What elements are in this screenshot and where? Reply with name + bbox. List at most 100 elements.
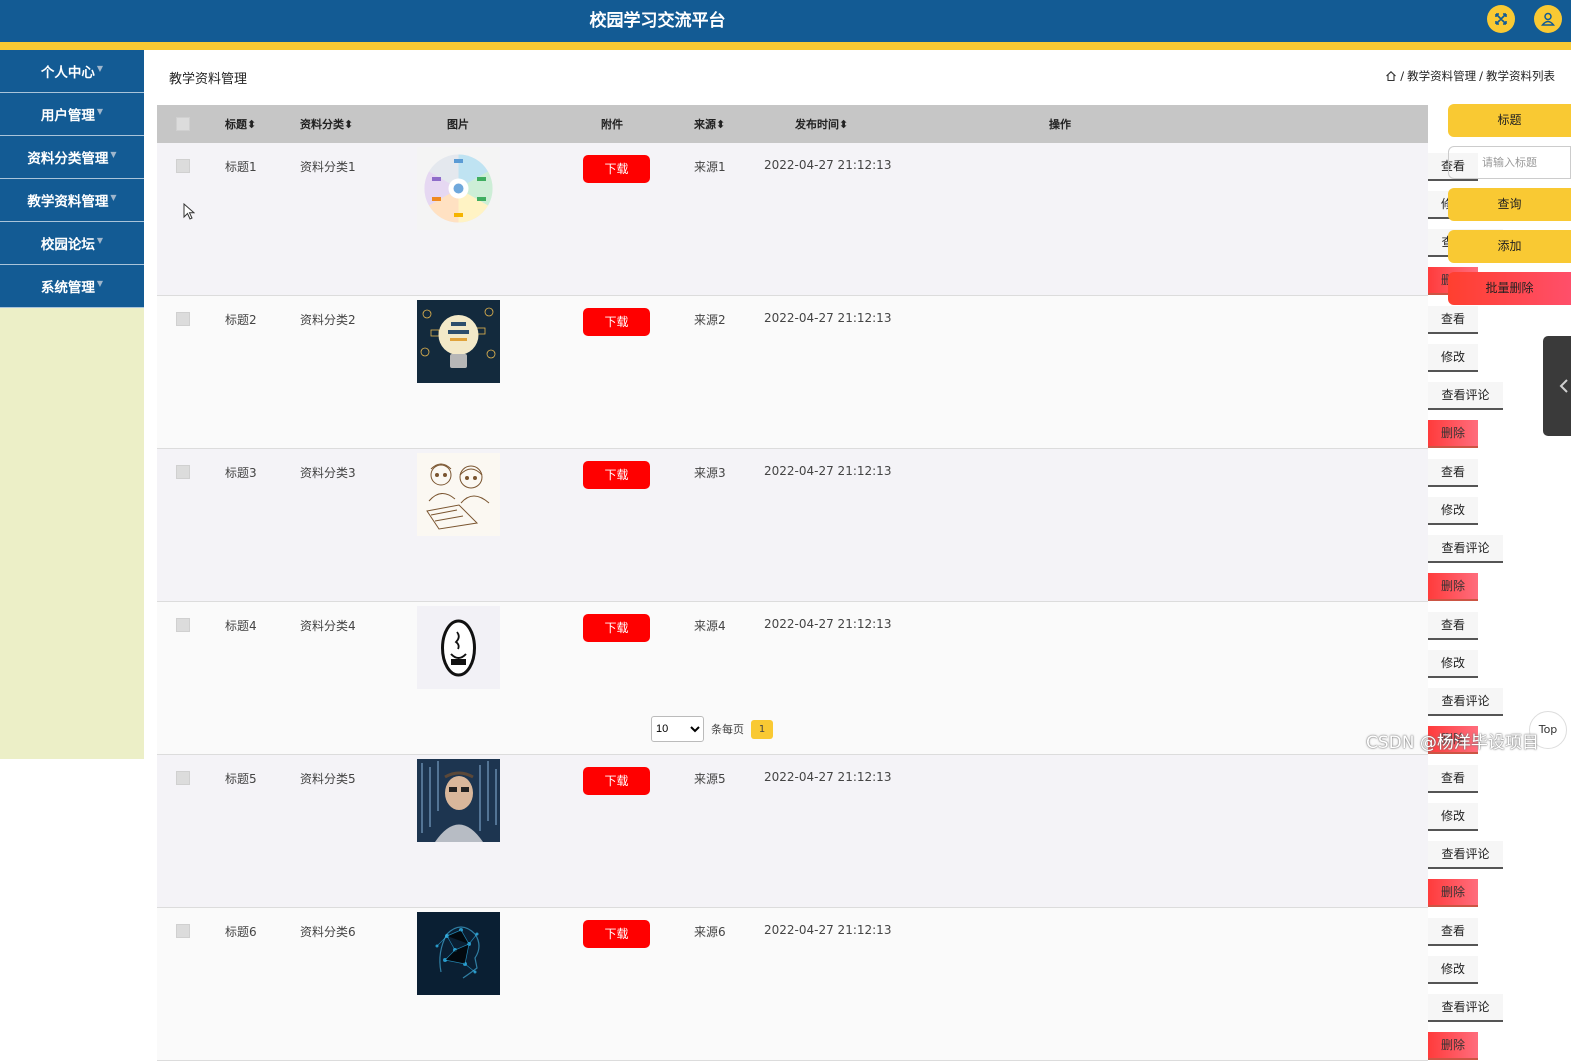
cell-title: 标题2 <box>225 313 257 327</box>
view-comments-button[interactable]: 查看评论 <box>1428 994 1503 1022</box>
download-button[interactable]: 下载 <box>583 767 650 795</box>
cell-category: 资料分类3 <box>300 466 356 480</box>
download-button[interactable]: 下载 <box>583 920 650 948</box>
chevron-down-icon: ▼ <box>96 106 104 116</box>
page-title: 教学资料管理 <box>169 72 248 87</box>
delete-button[interactable]: 删除 <box>1428 573 1478 601</box>
sidebar: 个人中心 ▼ 用户管理 ▼ 资料分类管理 ▼ 教学资料管理 ▼ 校园论坛 ▼ 系统管理 ▼ <box>0 50 144 759</box>
view-button[interactable]: 查看 <box>1428 918 1478 946</box>
row-checkbox[interactable] <box>176 312 190 326</box>
sort-icon[interactable]: ⬍ <box>716 118 725 131</box>
fullscreen-button[interactable] <box>1487 5 1515 33</box>
user-button[interactable] <box>1534 5 1562 33</box>
cell-time: 2022-04-27 21:12:13 <box>764 923 892 937</box>
sidebar-item-label: 校园论坛 <box>40 237 95 253</box>
view-button[interactable]: 查看 <box>1428 612 1478 640</box>
cell-time: 2022-04-27 21:12:13 <box>764 617 892 631</box>
cell-title: 标题6 <box>225 925 257 939</box>
sidebar-item-label: 用户管理 <box>40 108 95 124</box>
delete-button[interactable]: 删除 <box>1428 1032 1478 1060</box>
sidebar-item-forum[interactable]: 校园论坛 ▼ <box>0 222 144 265</box>
sidebar-item-label: 教学资料管理 <box>27 194 109 210</box>
edit-button[interactable]: 修改 <box>1428 497 1478 525</box>
column-header-title[interactable]: 标题⬍ <box>225 105 300 143</box>
download-button[interactable]: 下载 <box>583 155 650 183</box>
view-comments-button[interactable]: 查看评论 <box>1428 841 1503 869</box>
sidebar-item-category-management[interactable]: 资料分类管理 ▼ <box>0 136 144 179</box>
row-checkbox[interactable] <box>176 618 190 632</box>
sidebar-item-material-management[interactable]: 教学资料管理 ▼ <box>0 179 144 222</box>
chevron-down-icon: ▼ <box>96 235 104 245</box>
sort-icon[interactable]: ⬍ <box>247 118 256 131</box>
download-button[interactable]: 下载 <box>583 308 650 336</box>
sort-icon[interactable]: ⬍ <box>344 118 353 131</box>
batch-delete-button[interactable]: 批量删除 <box>1448 272 1571 305</box>
delete-button[interactable]: 删除 <box>1428 879 1478 907</box>
chevron-down-icon: ▼ <box>110 192 117 202</box>
two-people-laptop-sketch-thumbnail[interactable] <box>417 453 500 536</box>
cell-category: 资料分类4 <box>300 619 356 633</box>
view-comments-button[interactable]: 查看评论 <box>1428 688 1503 716</box>
sidebar-item-personal-center[interactable]: 个人中心 ▼ <box>0 50 144 93</box>
drawer-toggle-tab[interactable] <box>1543 336 1571 436</box>
row-checkbox[interactable] <box>176 465 190 479</box>
add-button[interactable]: 添加 <box>1448 230 1571 263</box>
java-topics-infographic-thumbnail[interactable] <box>417 147 500 230</box>
cell-source: 来源6 <box>694 925 726 939</box>
table-row: 标题4 资料分类4 下载 来源4 2022-04-27 21:12:13 查看修… <box>157 601 1503 755</box>
edit-button[interactable]: 修改 <box>1428 956 1478 984</box>
mouse-cursor-icon <box>183 203 195 220</box>
cell-source: 来源2 <box>694 313 726 327</box>
view-comments-button[interactable]: 查看评论 <box>1428 535 1503 563</box>
column-header-category[interactable]: 资料分类⬍ <box>300 105 417 143</box>
row-checkbox[interactable] <box>176 159 190 173</box>
page-number-current[interactable]: 1 <box>751 719 773 739</box>
cell-source: 来源5 <box>694 772 726 786</box>
cell-source: 来源1 <box>694 160 726 174</box>
query-button[interactable]: 查询 <box>1448 188 1571 221</box>
home-icon[interactable] <box>1385 70 1397 82</box>
cell-title: 标题5 <box>225 772 257 786</box>
cell-time: 2022-04-27 21:12:13 <box>764 311 892 325</box>
page-size-select[interactable]: 10 <box>651 716 704 742</box>
view-button[interactable]: 查看 <box>1428 459 1478 487</box>
sidebar-item-system-management[interactable]: 系统管理 ▼ <box>0 265 144 308</box>
cell-time: 2022-04-27 21:12:13 <box>764 770 892 784</box>
sort-icon[interactable]: ⬍ <box>839 118 848 131</box>
table-row: 标题2 资料分类2 下载 来源2 2022-04-27 21:12:13 查看修… <box>157 295 1503 449</box>
row-checkbox[interactable] <box>176 924 190 938</box>
select-all-checkbox[interactable] <box>176 117 190 131</box>
sidebar-item-user-management[interactable]: 用户管理 ▼ <box>0 93 144 136</box>
edit-button[interactable]: 修改 <box>1428 650 1478 678</box>
header-accent-stripe <box>0 42 1571 50</box>
view-comments-button[interactable]: 查看评论 <box>1428 382 1503 410</box>
chevron-down-icon: ▼ <box>110 149 117 159</box>
cell-category: 资料分类5 <box>300 772 356 786</box>
title-search-input[interactable]: 请输入标题 <box>1448 146 1571 179</box>
cell-title: 标题1 <box>225 160 257 174</box>
view-button[interactable]: 查看 <box>1428 765 1478 793</box>
download-button[interactable]: 下载 <box>583 614 650 642</box>
breadcrumb-separator: / <box>1400 69 1405 83</box>
cell-title: 标题3 <box>225 466 257 480</box>
pagination: 10 条每页 1 <box>651 716 773 742</box>
delete-button[interactable]: 删除 <box>1428 420 1478 448</box>
cell-category: 资料分类1 <box>300 160 356 174</box>
table-row: 标题3 资料分类3 下载 来源3 2022-04-27 21:12:13 查看修… <box>157 448 1503 602</box>
cell-category: 资料分类6 <box>300 925 356 939</box>
ai-head-network-thumbnail[interactable] <box>417 912 500 995</box>
edit-button[interactable]: 修改 <box>1428 803 1478 831</box>
breadcrumb-level1[interactable]: 教学资料管理 <box>1407 68 1476 84</box>
download-button[interactable]: 下载 <box>583 461 650 489</box>
lightbulb-infographic-thumbnail[interactable] <box>417 300 500 383</box>
column-header-actions: 操作 <box>1049 118 1071 131</box>
column-header-source[interactable]: 来源⬍ <box>667 105 764 143</box>
man-code-matrix-thumbnail[interactable] <box>417 759 500 842</box>
cell-title: 标题4 <box>225 619 257 633</box>
java-logo-thumbnail[interactable] <box>417 606 500 689</box>
sidebar-item-label: 资料分类管理 <box>27 151 109 167</box>
edit-button[interactable]: 修改 <box>1428 344 1478 372</box>
column-header-time[interactable]: 发布时间⬍ <box>764 105 1034 143</box>
per-page-label: 条每页 <box>711 723 744 736</box>
row-checkbox[interactable] <box>176 771 190 785</box>
